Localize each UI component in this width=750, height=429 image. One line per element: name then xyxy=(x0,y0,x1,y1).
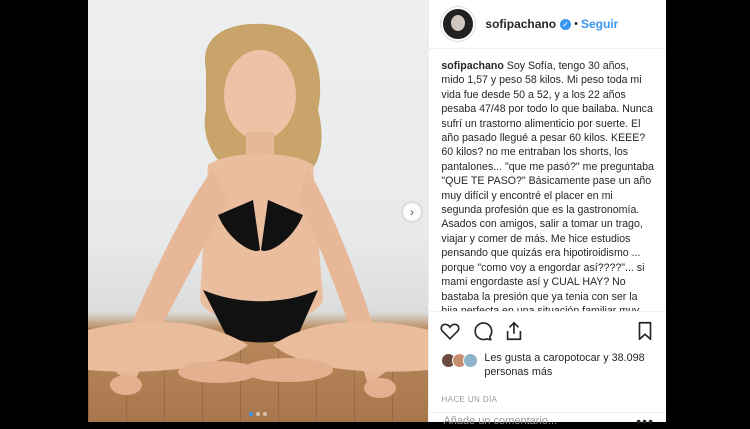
carousel-dot xyxy=(249,412,254,416)
username-link[interactable]: sofipachano xyxy=(485,17,556,31)
action-bar xyxy=(429,311,666,344)
heart-icon[interactable] xyxy=(439,320,461,342)
likes-text: Les gusta a caropotocar y 38.098 persona… xyxy=(484,352,645,378)
caption-username-link[interactable]: sofipachano xyxy=(441,60,503,72)
post-header: sofipachano ✓ • Seguir xyxy=(429,0,666,49)
post-sidebar: sofipachano ✓ • Seguir sofipachano Soy S… xyxy=(428,0,666,429)
post-photo[interactable]: › xyxy=(88,0,429,422)
carousel-dot xyxy=(256,412,261,416)
liker-avatars xyxy=(441,353,479,368)
carousel-dot xyxy=(263,412,268,416)
instagram-post: › sofipachano ✓ • Seguir sofipachano Soy… xyxy=(88,0,666,429)
likes-summary[interactable]: Les gusta a caropotocar y 38.098 persona… xyxy=(429,344,666,386)
carousel-dots xyxy=(249,412,268,416)
post-timestamp: HACE UN DÍA xyxy=(429,386,666,413)
comment-input[interactable] xyxy=(441,414,637,428)
more-options-icon[interactable]: ••• xyxy=(636,413,654,429)
person-photo-illustration xyxy=(88,23,429,398)
liker-avatar xyxy=(463,353,479,368)
comment-bar: ••• xyxy=(429,413,666,429)
bookmark-icon[interactable] xyxy=(634,320,656,342)
verified-badge-icon: ✓ xyxy=(560,18,572,30)
comment-icon[interactable] xyxy=(471,320,493,342)
caption-text: Soy Sofía, tengo 30 años, mido 1,57 y pe… xyxy=(441,60,654,311)
share-icon[interactable] xyxy=(503,320,525,342)
avatar[interactable] xyxy=(441,7,476,41)
separator-dot: • xyxy=(574,18,578,30)
next-slide-button[interactable]: › xyxy=(403,203,421,221)
follow-button[interactable]: Seguir xyxy=(581,17,618,31)
post-caption: sofipachano Soy Sofía, tengo 30 años, mi… xyxy=(429,49,666,311)
